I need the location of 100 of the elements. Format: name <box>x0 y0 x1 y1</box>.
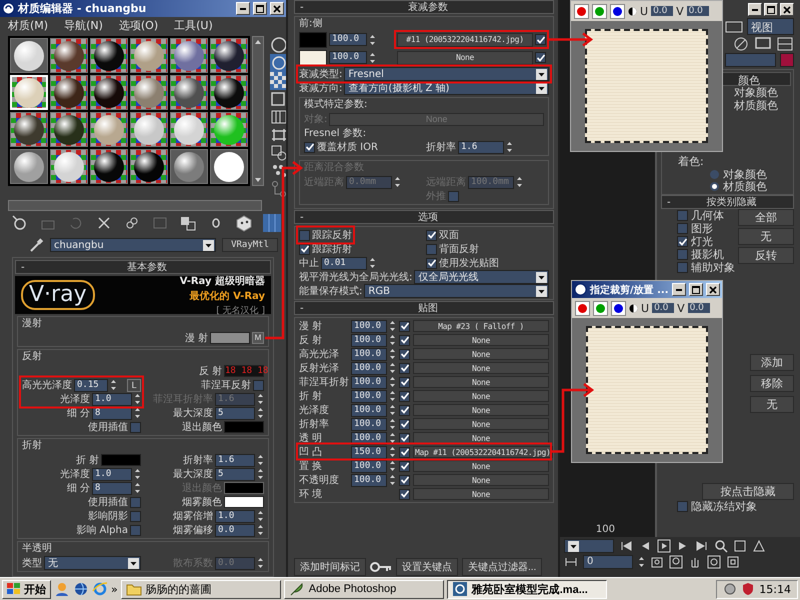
input-field[interactable]: 100.0 <box>351 376 387 388</box>
spinner-arrows-icon[interactable] <box>389 320 396 332</box>
rollout-header[interactable]: - 按类别隐藏 <box>661 195 794 209</box>
checkbox[interactable] <box>299 230 310 240</box>
map-button[interactable]: None <box>413 390 549 402</box>
dropdown-field[interactable]: RGB <box>364 284 549 298</box>
map-button[interactable]: None <box>413 418 549 430</box>
input-field[interactable]: 1.6 <box>458 140 504 154</box>
dropdown-caret-icon[interactable] <box>568 540 579 552</box>
color-swatch[interactable] <box>224 421 264 433</box>
input-field[interactable]: 1.0 <box>92 392 132 406</box>
spinner-arrows-icon[interactable] <box>110 379 118 391</box>
viewport-icon[interactable] <box>725 20 743 34</box>
input-field[interactable]: 100.0 <box>329 51 367 64</box>
input-field[interactable]: 0.01 <box>321 256 367 270</box>
checkbox[interactable] <box>253 380 264 390</box>
key-filters-button[interactable]: 关键点过滤器... <box>462 558 542 576</box>
alpha-icon[interactable] <box>628 6 637 16</box>
spinner-arrows-icon[interactable] <box>389 362 396 374</box>
spinner-arrows-icon[interactable] <box>389 404 396 416</box>
scrollbar[interactable] <box>8 200 262 211</box>
spinner-arrows-icon[interactable] <box>134 407 141 419</box>
object-color-swatch[interactable] <box>780 53 794 67</box>
checkbox[interactable] <box>399 362 410 374</box>
dots-icon[interactable] <box>270 162 286 180</box>
spinner-arrows-icon[interactable] <box>257 524 264 536</box>
spinner-arrows-icon[interactable] <box>389 474 396 486</box>
shapes-icon[interactable] <box>270 144 286 162</box>
channel-button[interactable] <box>575 300 590 316</box>
eyedropper-icon[interactable] <box>28 237 44 253</box>
shield-icon[interactable] <box>741 582 756 596</box>
maximize-button[interactable] <box>689 283 703 296</box>
map-button[interactable]: None <box>413 460 549 472</box>
input-field[interactable]: 5 <box>215 468 255 480</box>
spinner-arrows-icon[interactable] <box>516 176 523 188</box>
spinner-arrows-icon[interactable] <box>369 52 376 64</box>
utilities-icon[interactable] <box>776 35 794 53</box>
menu-item[interactable]: 材质(M) <box>8 18 48 32</box>
maximize-button[interactable] <box>253 2 267 15</box>
checkbox[interactable] <box>399 488 410 500</box>
collapse-toggle[interactable]: - <box>21 262 25 272</box>
material-name-field[interactable]: chuangbu <box>50 238 216 252</box>
dropdown-caret-icon[interactable] <box>536 82 547 94</box>
globe-icon[interactable] <box>73 581 89 597</box>
lock-button[interactable]: L <box>127 378 141 392</box>
checkbox[interactable] <box>677 210 688 221</box>
zoom-extents-icon[interactable] <box>752 539 766 553</box>
time-config-icon[interactable] <box>650 555 664 569</box>
minimize-button[interactable] <box>748 3 762 16</box>
browser-icon[interactable] <box>92 581 108 597</box>
checkbox[interactable] <box>130 496 141 508</box>
more-button[interactable]: » <box>111 582 118 596</box>
checkbox[interactable] <box>535 52 546 63</box>
channel-button[interactable] <box>574 4 589 18</box>
map-button[interactable]: None <box>413 376 549 388</box>
input-field[interactable]: 100.0 <box>351 460 387 472</box>
checkbox[interactable] <box>399 390 410 402</box>
add-time-tag-button[interactable]: 添加时间标记 <box>294 558 366 576</box>
taskbar-button[interactable]: Adobe Photoshop <box>284 580 444 598</box>
color-swatch[interactable] <box>101 454 141 466</box>
map-button[interactable]: None <box>413 348 549 360</box>
spinner-arrows-icon[interactable] <box>134 482 141 494</box>
checkbox[interactable] <box>677 262 688 273</box>
category-button[interactable]: 无 <box>738 228 794 245</box>
input-field[interactable]: 100.0 <box>351 474 387 486</box>
spinner-arrows-icon[interactable] <box>369 257 376 269</box>
color-swatch[interactable] <box>299 50 327 66</box>
maximize-view-icon[interactable] <box>726 555 740 569</box>
map-button[interactable]: Map #11 (2005322204116742.jpg) <box>413 446 552 458</box>
input-field[interactable]: 1.6 <box>215 454 255 466</box>
category-button[interactable]: 反转 <box>738 247 794 264</box>
set-key-button[interactable]: 设置关键点 <box>396 558 458 576</box>
close-button[interactable] <box>270 2 284 15</box>
checkbox[interactable] <box>299 244 310 254</box>
checker-icon[interactable] <box>270 72 286 90</box>
radio-button[interactable] <box>710 182 719 190</box>
v-field[interactable]: 0.0 <box>688 303 710 313</box>
checkbox[interactable] <box>426 230 437 240</box>
spinner-arrows-icon[interactable] <box>257 510 264 522</box>
map-button[interactable]: None <box>397 50 533 64</box>
spinner-arrows-icon[interactable] <box>257 393 264 405</box>
input-field[interactable]: 1.0 <box>215 510 255 522</box>
color-swatch[interactable] <box>299 32 327 48</box>
input-field[interactable]: 100.0 <box>351 404 387 416</box>
input-field[interactable]: 5 <box>215 406 255 420</box>
menu-item[interactable]: 工具(U) <box>174 18 213 32</box>
spinner-arrows-icon[interactable] <box>257 407 264 419</box>
spinner-arrows-icon[interactable] <box>389 418 396 430</box>
checkbox[interactable] <box>399 404 410 416</box>
hierarchy-icon[interactable] <box>270 180 286 198</box>
network-icon[interactable] <box>723 582 738 596</box>
spinner-arrows-icon[interactable] <box>389 348 396 360</box>
input-field[interactable]: 100.0 <box>351 418 387 430</box>
frame-field[interactable]: 0 <box>583 555 633 569</box>
list-button[interactable]: 添加 <box>750 354 794 371</box>
checkbox[interactable] <box>399 432 410 444</box>
spinner-arrows-icon[interactable] <box>389 432 396 444</box>
map-button[interactable]: Map #23 ( Falloff ) <box>413 320 549 332</box>
input-field[interactable]: 100.0 <box>329 33 367 46</box>
scrollbar[interactable] <box>252 36 264 186</box>
